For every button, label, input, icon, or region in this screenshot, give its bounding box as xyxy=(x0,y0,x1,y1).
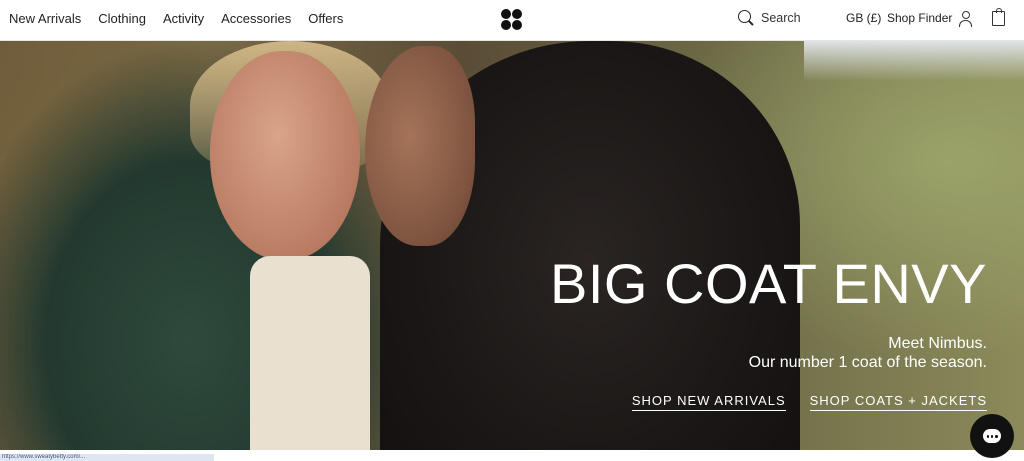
browser-status-bar: https://www.sweatybetty.com/... xyxy=(0,454,214,461)
primary-nav: New Arrivals Clothing Activity Accessori… xyxy=(9,11,343,26)
search-button[interactable]: Search xyxy=(737,9,801,27)
shop-new-arrivals-link[interactable]: SHOP NEW ARRIVALS xyxy=(631,393,786,411)
locale-selector[interactable]: GB (£) xyxy=(846,11,881,25)
search-label: Search xyxy=(761,11,801,25)
brand-logo[interactable] xyxy=(501,9,523,31)
hero-subtitle: Meet Nimbus. Our number 1 coat of the se… xyxy=(749,334,987,372)
hero-image-model-right xyxy=(365,46,475,246)
hero-image-sky xyxy=(804,41,1024,81)
site-header: New Arrivals Clothing Activity Accessori… xyxy=(0,0,1024,41)
hero-cta-row: SHOP NEW ARRIVALS SHOP COATS + JACKETS xyxy=(631,393,987,411)
nav-new-arrivals[interactable]: New Arrivals xyxy=(9,11,81,26)
shop-coats-jackets-link[interactable]: SHOP COATS + JACKETS xyxy=(809,393,987,411)
hero-subtitle-line1: Meet Nimbus. xyxy=(888,335,987,352)
nav-accessories[interactable]: Accessories xyxy=(221,11,291,26)
hero-subtitle-line2: Our number 1 coat of the season. xyxy=(748,354,987,371)
search-icon xyxy=(737,9,755,27)
nav-offers[interactable]: Offers xyxy=(308,11,343,26)
hero-title: BIG COAT ENVY xyxy=(550,252,987,315)
nav-clothing[interactable]: Clothing xyxy=(98,11,146,26)
hero-image-fleece xyxy=(250,256,370,450)
nav-activity[interactable]: Activity xyxy=(163,11,204,26)
hero-image-model-left xyxy=(210,51,360,261)
chat-icon xyxy=(983,429,1001,443)
shop-finder-link[interactable]: Shop Finder xyxy=(887,11,952,25)
chat-button[interactable] xyxy=(970,414,1014,458)
hero-banner: BIG COAT ENVY Meet Nimbus. Our number 1 … xyxy=(0,41,1024,450)
account-icon[interactable] xyxy=(958,11,973,27)
shopping-bag-icon[interactable] xyxy=(992,8,1005,26)
